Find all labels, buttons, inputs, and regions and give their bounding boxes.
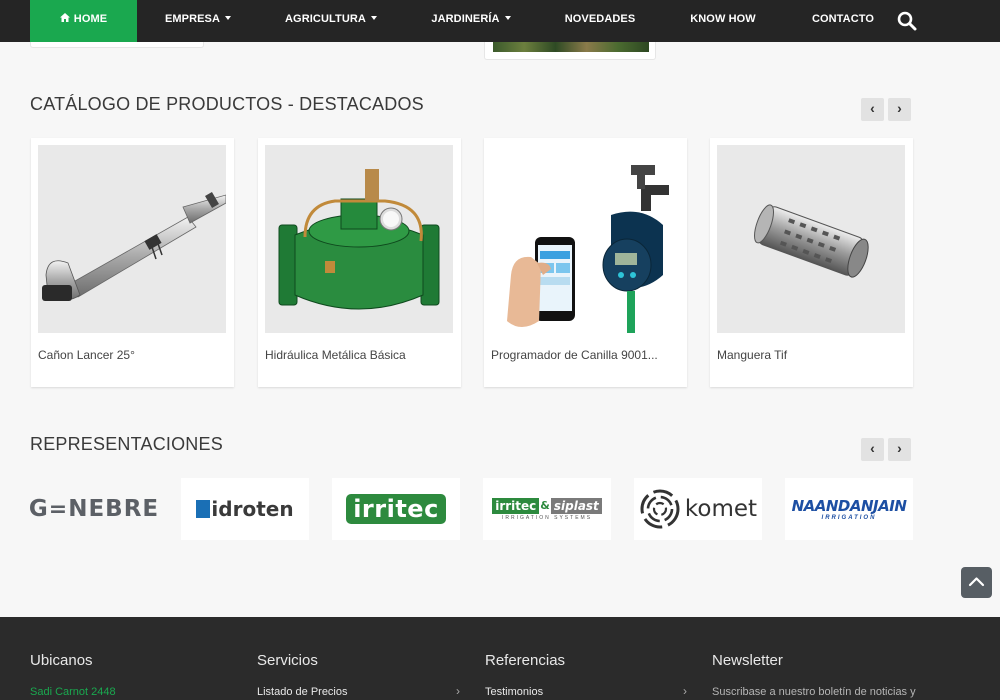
product-image-valve <box>265 145 453 333</box>
catalog-next-button[interactable]: › <box>888 98 911 121</box>
product-card[interactable]: Manguera Tif <box>710 138 913 387</box>
brands-next-button[interactable]: › <box>888 438 911 461</box>
nav-item-empresa[interactable]: EMPRESA <box>160 0 236 42</box>
chevron-right-icon: › <box>897 440 902 456</box>
footer-title-servicios: Servicios <box>257 652 318 669</box>
hidroten-mark <box>196 500 211 518</box>
nav-item-novedades[interactable]: NOVEDADES <box>560 0 640 42</box>
product-image-timer <box>491 145 679 333</box>
catalog-prev-button[interactable]: ‹ <box>861 98 884 121</box>
caret-down-icon <box>504 16 511 20</box>
footer-title-newsletter: Newsletter <box>712 652 783 669</box>
product-name[interactable]: Manguera Tif <box>717 348 787 362</box>
genebre-logo: G=NEBRE <box>28 496 160 522</box>
naandanjain-logo: NAANDANJAIN IRRIGATION <box>791 497 907 521</box>
search-icon[interactable] <box>896 10 918 32</box>
brand-logo-irritec-siplast[interactable]: irritec & siplast IRRIGATION SYSTEMS <box>483 478 611 540</box>
chevron-up-icon <box>968 577 985 587</box>
footer-title-referencias: Referencias <box>485 652 566 669</box>
nav-label-contacto: CONTACTO <box>811 13 875 25</box>
scroll-to-top-button[interactable] <box>961 567 992 598</box>
nav-label-empresa: EMPRESA <box>164 13 221 25</box>
product-card[interactable]: Cañon Lancer 25° <box>31 138 234 387</box>
nav-label-agricultura: AGRICULTURA <box>285 13 366 25</box>
nav-label-novedades: NOVEDADES <box>564 13 636 25</box>
nav-item-jardineria[interactable]: JARDINERÍA <box>426 0 516 42</box>
house-icon <box>59 1 70 39</box>
caret-down-icon <box>370 16 377 20</box>
footer-newsletter-text: Suscribase a nuestro boletín de noticias… <box>712 686 916 698</box>
irritec-siplast-logo: irritec & siplast IRRIGATION SYSTEMS <box>492 497 602 521</box>
chevron-right-icon: › <box>456 684 460 698</box>
product-name[interactable]: Cañon Lancer 25° <box>38 348 135 362</box>
footer-title-ubicanos: Ubicanos <box>30 652 93 669</box>
nav-label-jardineria: JARDINERÍA <box>431 13 500 25</box>
nav-item-home[interactable]: HOME <box>30 0 137 42</box>
komet-logo: komet <box>639 488 757 530</box>
chevron-left-icon: ‹ <box>870 100 875 116</box>
product-name[interactable]: Hidráulica Metálica Básica <box>265 348 406 362</box>
komet-swirl-icon <box>640 489 680 529</box>
product-image-hose-fitting <box>717 145 905 333</box>
product-name[interactable]: Programador de Canilla 9001... <box>491 348 658 362</box>
nav-item-contacto[interactable]: CONTACTO <box>806 0 880 42</box>
product-card[interactable]: Programador de Canilla 9001... <box>484 138 687 387</box>
product-image-canon <box>38 145 226 333</box>
brand-logo-genebre[interactable]: G=NEBRE <box>28 478 160 540</box>
catalog-section-title: CATÁLOGO DE PRODUCTOS - DESTACADOS <box>30 94 424 114</box>
chevron-left-icon: ‹ <box>870 440 875 456</box>
footer-link-listado-precios[interactable]: Listado de Precios <box>257 686 348 698</box>
brand-logo-hidroten[interactable]: idroten <box>181 478 309 540</box>
chevron-right-icon: › <box>897 100 902 116</box>
representaciones-section-title: REPRESENTACIONES <box>30 434 223 454</box>
brand-logo-irritec[interactable]: irritec <box>332 478 460 540</box>
previous-card-image <box>493 42 649 52</box>
nav-item-know-how[interactable]: KNOW HOW <box>684 0 762 42</box>
chevron-right-icon: › <box>683 684 687 698</box>
nav-label-home: HOME <box>73 13 108 25</box>
product-card[interactable]: Hidráulica Metálica Básica <box>258 138 461 387</box>
previous-card-remnant <box>30 42 204 48</box>
footer-link-testimonios[interactable]: Testimonios <box>485 686 543 698</box>
nav-label-know-how: KNOW HOW <box>690 13 756 25</box>
caret-down-icon <box>225 16 232 20</box>
brand-logo-naandanjain[interactable]: NAANDANJAIN IRRIGATION <box>785 478 913 540</box>
footer-address: Sadi Carnot 2448 <box>30 686 116 698</box>
previous-card-remnant <box>484 42 656 60</box>
nav-item-agricultura[interactable]: AGRICULTURA <box>282 0 380 42</box>
irritec-logo: irritec <box>346 494 446 524</box>
brand-logo-komet[interactable]: komet <box>634 478 762 540</box>
hidroten-logo: idroten <box>196 497 294 521</box>
brands-prev-button[interactable]: ‹ <box>861 438 884 461</box>
top-navbar: HOME EMPRESA AGRICULTURA JARDINERÍA NOVE… <box>0 0 1000 42</box>
